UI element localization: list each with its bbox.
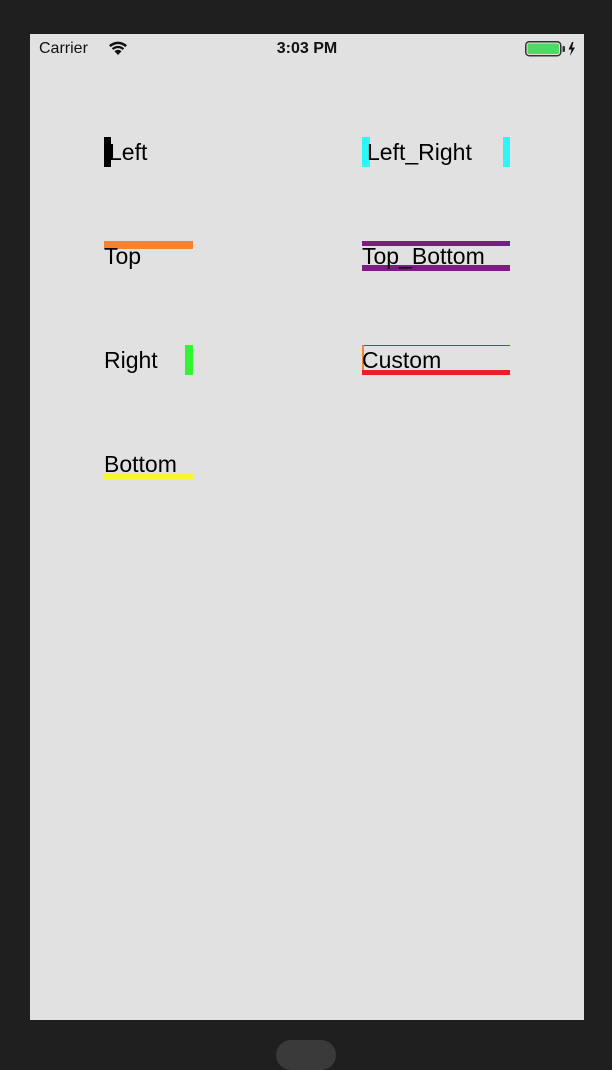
custom-label-text: Custom bbox=[362, 347, 442, 373]
right-label-text: Right bbox=[104, 347, 158, 373]
top-bottom-label-text: Top_Bottom bbox=[362, 243, 485, 269]
battery-charging-icon bbox=[525, 41, 575, 57]
top-label-text: Top bbox=[104, 243, 142, 269]
bottom-label-text: Bottom bbox=[104, 451, 177, 477]
left-right-label-text: Left_Right bbox=[367, 139, 472, 165]
top-border-label: Top bbox=[104, 241, 193, 271]
top-border bbox=[362, 345, 510, 346]
custom-border-label: Custom bbox=[362, 345, 510, 375]
top-bottom-border-label: Top_Bottom bbox=[362, 241, 510, 271]
status-bar: Carrier 3:03 PM bbox=[30, 34, 584, 64]
home-button[interactable] bbox=[276, 1040, 336, 1070]
left-border-label: Left bbox=[104, 137, 193, 167]
bottom-border-label: Bottom bbox=[104, 449, 193, 479]
status-time: 3:03 PM bbox=[276, 40, 338, 57]
left-label-text: Left bbox=[109, 139, 148, 165]
right-border bbox=[503, 137, 510, 167]
right-border-label: Right bbox=[104, 345, 193, 375]
right-border bbox=[185, 345, 193, 375]
app-screen: Carrier 3:03 PM Left Left_Right Top Top_… bbox=[30, 34, 584, 1020]
left-right-border-label: Left_Right bbox=[362, 137, 510, 167]
